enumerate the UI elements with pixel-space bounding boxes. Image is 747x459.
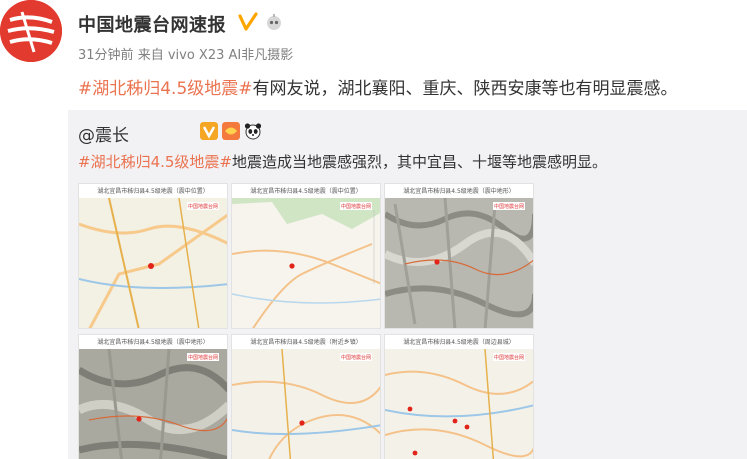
svg-text:中国地震台网: 中国地震台网 <box>188 203 218 210</box>
post-source[interactable]: vivo X23 AI非凡摄影 <box>168 48 293 63</box>
robot-icon[interactable] <box>265 13 283 31</box>
post-text: #湖北秭归4.5级地震#有网友说，湖北襄阳、重庆、陕西安康等也有明显震感。 <box>78 74 678 99</box>
map-thumbnail-3[interactable]: 中国地震台网 湖北宜昌市秭归县4.5级地震（震中地形） <box>384 183 534 329</box>
map-thumbnail-1[interactable]: 中国地震台网 湖北宜昌市秭归县4.5级地震（震中位置） <box>78 183 228 329</box>
svg-text:中国地震台网: 中国地震台网 <box>494 203 524 210</box>
thumb-caption: 湖北宜昌市秭归县4.5级地震（震中位置） <box>97 188 209 195</box>
member-badge-icon <box>222 122 240 140</box>
map-thumbnail-6[interactable]: 中国地震台网 湖北宜昌市秭归县4.5级地震（周边县城） <box>384 334 534 459</box>
repost-badges <box>200 122 262 140</box>
thumb-caption: 湖北宜昌市秭归县4.5级地震（震中位置） <box>250 188 362 195</box>
svg-text:中国地震台网: 中国地震台网 <box>494 354 524 361</box>
panda-icon <box>244 123 262 140</box>
map-thumbnail-5[interactable]: 中国地震台网 湖北宜昌市秭归县4.5级地震（附近乡镇） <box>231 334 381 459</box>
repost-user[interactable]: @震长 <box>78 121 129 146</box>
thumb-caption: 湖北宜昌市秭归县4.5级地震（震中地形） <box>97 339 209 346</box>
post-meta: 31分钟前 来自 vivo X23 AI非凡摄影 <box>78 44 293 63</box>
svg-text:中国地震台网: 中国地震台网 <box>341 203 371 210</box>
avatar[interactable] <box>0 0 62 62</box>
source-prefix: 来自 <box>137 48 164 63</box>
repost-card: @震长 #湖北秭归4.5级地震#地震造成当地震感强烈，其中宜昌、十堰等地震感明显… <box>68 110 747 459</box>
repost-body: 地震造成当地震感强烈，其中宜昌、十堰等地震感明显。 <box>232 153 608 171</box>
hashtag-link[interactable]: #湖北秭归4.5级地震# <box>78 79 253 99</box>
post-body: 有网友说，湖北襄阳、重庆、陕西安康等也有明显震感。 <box>252 79 678 99</box>
verified-icon <box>238 12 258 31</box>
repost-hashtag-link[interactable]: #湖北秭归4.5级地震# <box>78 153 232 171</box>
author-name[interactable]: 中国地震台网速报 <box>78 11 226 37</box>
svg-text:中国地震台网: 中国地震台网 <box>341 354 371 361</box>
svg-text:中国地震台网: 中国地震台网 <box>188 354 218 361</box>
v-badge-icon <box>200 122 218 140</box>
map-thumbnail-4[interactable]: 中国地震台网 湖北宜昌市秭归县4.5级地震（震中地形） <box>78 334 228 459</box>
repost-text: #湖北秭归4.5级地震#地震造成当地震感强烈，其中宜昌、十堰等地震感明显。 <box>78 151 607 172</box>
thumb-caption: 湖北宜昌市秭归县4.5级地震（附近乡镇） <box>250 339 362 346</box>
map-thumbnail-2[interactable]: 中国地震台网 湖北宜昌市秭归县4.5级地震（震中位置） <box>231 183 381 329</box>
post-time[interactable]: 31分钟前 <box>78 48 134 63</box>
thumb-caption: 湖北宜昌市秭归县4.5级地震（震中地形） <box>403 188 515 195</box>
thumb-caption: 湖北宜昌市秭归县4.5级地震（周边县城） <box>403 339 515 346</box>
